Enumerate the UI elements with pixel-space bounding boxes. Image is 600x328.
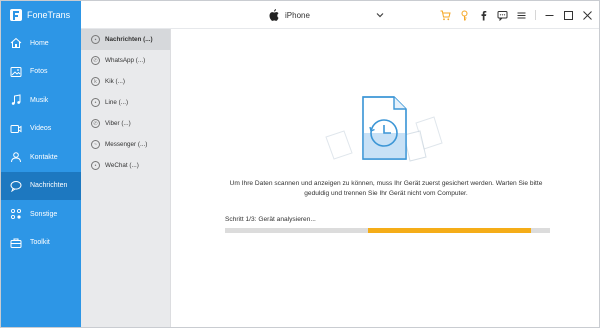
- contact-icon: [11, 152, 21, 163]
- sidebar-item-home[interactable]: Home: [1, 29, 81, 58]
- sidebar-item-videos[interactable]: Videos: [1, 115, 81, 144]
- main-content: Um Ihre Daten scannen und anzeigen zu kö…: [171, 29, 599, 327]
- messenger-icon: ~: [91, 140, 100, 149]
- list-item-label: WhatsApp (...): [105, 57, 146, 64]
- sidebar-item-nachrichten[interactable]: Nachrichten: [1, 171, 81, 200]
- sidebar-item-musik[interactable]: Musik: [1, 86, 81, 115]
- photo-icon: [10, 66, 22, 77]
- progress-fill: [368, 228, 531, 233]
- title-icons: [440, 7, 593, 23]
- title-divider: [535, 10, 536, 20]
- wechat-icon: •: [91, 161, 100, 170]
- list-item-line[interactable]: • Line (...): [81, 92, 170, 113]
- chevron-down-icon: [376, 13, 384, 18]
- list-item-label: WeChat (...): [105, 162, 139, 169]
- sidebar-item-toolkit[interactable]: Toolkit: [1, 229, 81, 258]
- step-status: Schritt 1/3: Gerät analysieren...: [225, 216, 316, 223]
- toolkit-icon: [10, 238, 22, 248]
- line-icon: •: [91, 98, 100, 107]
- maximize-icon[interactable]: [563, 10, 574, 21]
- sidebar-item-label: Fotos: [30, 68, 48, 76]
- sidebar: Home Fotos Musik Videos Kontakte Nachric…: [1, 29, 81, 327]
- message-source-list: ▪ Nachrichten (...) ✆ WhatsApp (...) k K…: [81, 29, 171, 327]
- sidebar-item-label: Nachrichten: [30, 182, 68, 190]
- app-name: FoneTrans: [27, 10, 71, 20]
- sidebar-item-fotos[interactable]: Fotos: [1, 58, 81, 87]
- sidebar-item-label: Toolkit: [30, 239, 50, 247]
- menu-icon[interactable]: [516, 10, 527, 21]
- other-icon: [10, 209, 22, 220]
- list-item-viber[interactable]: ✆ Viber (...): [81, 113, 170, 134]
- list-item-wechat[interactable]: • WeChat (...): [81, 155, 170, 176]
- sidebar-item-label: Home: [30, 39, 49, 47]
- app-logo-area: FoneTrans: [1, 1, 81, 29]
- app-window: FoneTrans iPhone Home Fotos Musik Videos…: [0, 0, 600, 328]
- list-item-label: Viber (...): [105, 120, 131, 127]
- device-selector[interactable]: iPhone: [269, 7, 385, 23]
- kik-icon: k: [91, 77, 100, 86]
- sidebar-item-kontakte[interactable]: Kontakte: [1, 143, 81, 172]
- whatsapp-icon: ✆: [91, 56, 100, 65]
- list-item-nachrichten[interactable]: ▪ Nachrichten (...): [81, 29, 170, 50]
- key-icon[interactable]: [459, 10, 470, 21]
- minimize-icon[interactable]: [544, 10, 555, 21]
- sidebar-item-label: Kontakte: [30, 153, 58, 161]
- facebook-icon[interactable]: [478, 10, 489, 21]
- home-icon: [10, 38, 22, 49]
- fonetrans-logo-icon: [10, 9, 22, 21]
- backup-clock-illustration: [325, 96, 443, 162]
- faded-document-left-icon: [325, 130, 353, 160]
- list-item-label: Line (...): [105, 99, 129, 106]
- cart-icon[interactable]: [440, 10, 451, 21]
- close-icon[interactable]: [582, 10, 593, 21]
- sidebar-item-label: Videos: [30, 125, 52, 133]
- title-bar: FoneTrans iPhone: [1, 1, 599, 29]
- video-icon: [10, 124, 22, 133]
- sidebar-item-label: Musik: [30, 96, 49, 104]
- message-icon: [10, 180, 22, 192]
- list-item-kik[interactable]: k Kik (...): [81, 71, 170, 92]
- sidebar-item-label: Sonstige: [30, 210, 58, 218]
- list-item-messenger[interactable]: ~ Messenger (...): [81, 134, 170, 155]
- progress-bar: [225, 228, 550, 233]
- list-item-label: Messenger (...): [105, 141, 148, 148]
- backup-message: Um Ihre Daten scannen und anzeigen zu kö…: [229, 180, 543, 197]
- device-name: iPhone: [285, 10, 310, 20]
- list-item-label: Nachrichten (...): [105, 36, 153, 43]
- apple-icon: [269, 9, 279, 21]
- message-icon: ▪: [91, 35, 100, 44]
- viber-icon: ✆: [91, 119, 100, 128]
- list-item-whatsapp[interactable]: ✆ WhatsApp (...): [81, 50, 170, 71]
- music-icon: [11, 94, 21, 106]
- sidebar-item-sonstige[interactable]: Sonstige: [1, 200, 81, 229]
- list-item-label: Kik (...): [105, 78, 125, 85]
- chat-icon[interactable]: [497, 10, 508, 21]
